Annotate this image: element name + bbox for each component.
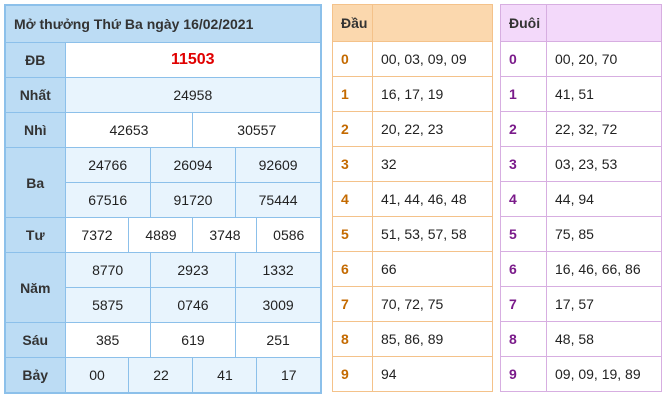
prize-db-value: 11503 <box>64 42 322 78</box>
duoi-key: 0 <box>500 41 547 77</box>
duoi-key: 1 <box>500 76 547 112</box>
prize-nam-value: 8770 <box>64 252 151 288</box>
prize-label-nam: Năm <box>4 252 66 323</box>
results-table: Mở thưởng Thứ Ba ngày 16/02/2021 ĐB 1150… <box>4 4 323 394</box>
prize-bay-value: 00 <box>64 357 130 394</box>
prize-nhi-value: 42653 <box>64 112 194 148</box>
duoi-key: 3 <box>500 146 547 182</box>
duoi-value: 00, 20, 70 <box>546 41 662 77</box>
dau-value: 85, 86, 89 <box>372 321 493 357</box>
prize-ba-value: 24766 <box>64 147 151 183</box>
duoi-key: 7 <box>500 286 547 322</box>
dau-table: Đầu 0 00, 03, 09, 09 1 16, 17, 19 2 20, 22,… <box>332 4 493 392</box>
duoi-key: 8 <box>500 321 547 357</box>
duoi-key: 9 <box>500 356 547 392</box>
duoi-value: 75, 85 <box>546 216 662 252</box>
dau-value: 00, 03, 09, 09 <box>372 41 493 77</box>
dau-key: 6 <box>332 251 373 287</box>
prize-bay-value: 17 <box>256 357 322 394</box>
dau-header-blank <box>372 4 493 42</box>
prize-nam-value: 2923 <box>149 252 237 288</box>
prize-label-sau: Sáu <box>4 322 66 358</box>
prize-tu-value: 7372 <box>64 217 130 253</box>
duoi-value: 17, 57 <box>546 286 662 322</box>
prize-sau-value: 619 <box>149 322 237 358</box>
prize-label-nhi: Nhì <box>4 112 66 148</box>
dau-value: 16, 17, 19 <box>372 76 493 112</box>
prize-tu-value: 3748 <box>192 217 258 253</box>
prize-bay-value: 22 <box>128 357 194 394</box>
dau-value: 20, 22, 23 <box>372 111 493 147</box>
dau-value: 32 <box>372 146 493 182</box>
dau-key: 8 <box>332 321 373 357</box>
dau-key: 3 <box>332 146 373 182</box>
prize-nhi-value: 30557 <box>192 112 322 148</box>
prize-label-bay: Bảy <box>4 357 66 394</box>
prize-bay-value: 41 <box>192 357 258 394</box>
results-title: Mở thưởng Thứ Ba ngày 16/02/2021 <box>4 4 322 43</box>
prize-ba-value: 92609 <box>235 147 322 183</box>
duoi-value: 41, 51 <box>546 76 662 112</box>
dau-key: 5 <box>332 216 373 252</box>
prize-label-db: ĐB <box>4 42 66 78</box>
dau-value: 51, 53, 57, 58 <box>372 216 493 252</box>
duoi-header-blank <box>546 4 662 42</box>
duoi-value: 03, 23, 53 <box>546 146 662 182</box>
dau-key: 1 <box>332 76 373 112</box>
dau-value: 70, 72, 75 <box>372 286 493 322</box>
duoi-key: 4 <box>500 181 547 217</box>
prize-tu-value: 0586 <box>256 217 322 253</box>
prize-nam-value: 5875 <box>64 287 151 323</box>
dau-header: Đầu <box>332 4 373 42</box>
prize-sau-value: 251 <box>235 322 322 358</box>
duoi-value: 22, 32, 72 <box>546 111 662 147</box>
dau-key: 9 <box>332 356 373 392</box>
dau-value: 41, 44, 46, 48 <box>372 181 493 217</box>
prize-ba-value: 91720 <box>149 182 237 218</box>
duoi-key: 2 <box>500 111 547 147</box>
prize-nhat-value: 24958 <box>64 77 322 113</box>
dau-key: 2 <box>332 111 373 147</box>
prize-label-tu: Tư <box>4 217 66 253</box>
prize-label-nhat: Nhất <box>4 77 66 113</box>
prize-nam-value: 1332 <box>235 252 322 288</box>
duoi-key: 6 <box>500 251 547 287</box>
dau-value: 94 <box>372 356 493 392</box>
dau-value: 66 <box>372 251 493 287</box>
prize-label-ba: Ba <box>4 147 66 218</box>
duoi-table: Đuôi 0 00, 20, 70 1 41, 51 2 22, 32, 72 3 03… <box>500 4 662 392</box>
prize-sau-value: 385 <box>64 322 151 358</box>
prize-tu-value: 4889 <box>128 217 194 253</box>
prize-ba-value: 67516 <box>64 182 151 218</box>
prize-nam-value: 3009 <box>235 287 322 323</box>
duoi-value: 16, 46, 66, 86 <box>546 251 662 287</box>
duoi-value: 44, 94 <box>546 181 662 217</box>
dau-key: 0 <box>332 41 373 77</box>
duoi-value: 48, 58 <box>546 321 662 357</box>
duoi-key: 5 <box>500 216 547 252</box>
duoi-header: Đuôi <box>500 4 547 42</box>
prize-ba-value: 75444 <box>235 182 322 218</box>
prize-ba-value: 26094 <box>149 147 237 183</box>
dau-key: 4 <box>332 181 373 217</box>
duoi-value: 09, 09, 19, 89 <box>546 356 662 392</box>
prize-nam-value: 0746 <box>149 287 237 323</box>
dau-key: 7 <box>332 286 373 322</box>
